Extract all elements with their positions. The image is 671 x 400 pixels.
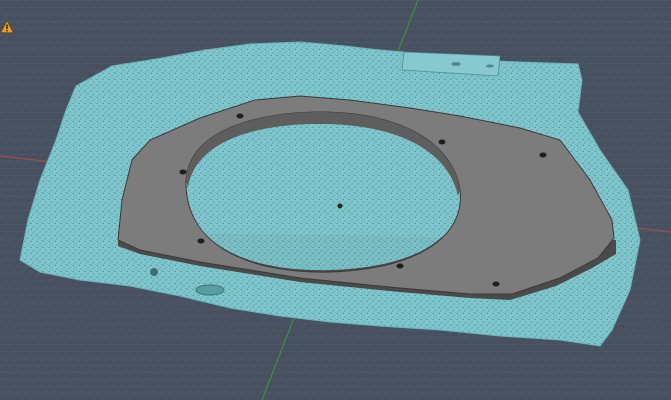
mesh-bracket-hole bbox=[486, 64, 494, 68]
warning-triangle-icon[interactable] bbox=[0, 20, 14, 34]
viewport-canvas[interactable] bbox=[0, 0, 671, 400]
mesh-pin-hole bbox=[150, 268, 158, 276]
3d-viewport[interactable] bbox=[0, 0, 671, 400]
bolt-hole[interactable] bbox=[438, 139, 446, 145]
mesh-slot bbox=[195, 284, 225, 296]
origin-point bbox=[337, 203, 343, 209]
bolt-hole[interactable] bbox=[539, 152, 547, 158]
bolt-hole[interactable] bbox=[179, 169, 187, 175]
bolt-hole[interactable] bbox=[236, 113, 244, 119]
bolt-hole[interactable] bbox=[396, 263, 404, 269]
bolt-hole[interactable] bbox=[492, 281, 500, 287]
speaker-cutout-opening bbox=[188, 124, 459, 271]
bolt-hole[interactable] bbox=[197, 238, 205, 244]
mesh-bracket-hole bbox=[451, 62, 461, 66]
